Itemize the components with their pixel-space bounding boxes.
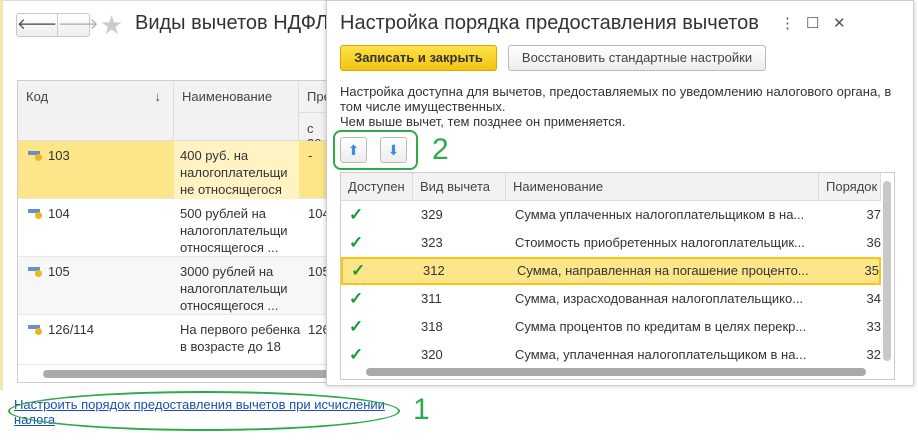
kind-cell: 323 <box>421 235 443 250</box>
horizontal-scrollbar[interactable] <box>366 368 866 376</box>
table-row[interactable]: ✓ 312 Сумма, направленная на погашение п… <box>341 257 881 285</box>
annotation-rect <box>333 130 418 170</box>
order-cell: 37 <box>866 207 881 222</box>
info-text: Настройка доступна для вычетов, предоста… <box>340 84 900 129</box>
back-button[interactable]: 🡐 <box>17 14 57 36</box>
order-cell: 33 <box>866 319 881 334</box>
maximize-icon[interactable]: ☐ <box>806 14 819 32</box>
deduction-icon <box>28 151 42 161</box>
deduction-icon <box>28 209 42 219</box>
order-cell: 36 <box>866 235 881 250</box>
name-cell: Сумма, направленная на погашение процент… <box>517 263 809 278</box>
restore-defaults-button[interactable]: Восстановить стандартные настройки <box>508 45 766 71</box>
forward-button[interactable]: 🡒 <box>57 14 98 36</box>
table-row[interactable]: ✓ 323 Стоимость приобретенных налогоплат… <box>341 229 881 257</box>
table-row[interactable]: 105 3000 рублей на налогоплательщи относя… <box>18 257 331 315</box>
name-cell: Стоимость приобретенных налогоплательщик… <box>515 235 805 250</box>
annotation-number-1: 1 <box>413 393 430 426</box>
column-header-code[interactable]: Код ↓ <box>18 81 174 141</box>
more-icon[interactable]: ⋮ <box>780 14 795 32</box>
favorite-star-icon[interactable]: ★ <box>100 10 123 41</box>
name-cell: 400 руб. на налогоплательщи не относящег… <box>174 141 299 199</box>
kind-cell: 318 <box>421 319 443 334</box>
name-cell: На первого ребенка в возрасте до 18 <box>180 322 301 354</box>
check-icon[interactable]: ✓ <box>349 313 363 341</box>
name-cell: Сумма процентов по кредитам в целях пере… <box>515 319 807 334</box>
close-icon[interactable]: ✕ <box>833 14 846 32</box>
name-cell: Сумма, уплаченная налогоплательщиком в н… <box>515 347 807 362</box>
page-title: Виды вычетов НДФЛ <box>135 12 329 34</box>
table-row[interactable]: ✓ 318 Сумма процентов по кредитам в целя… <box>341 313 881 341</box>
name-cell: 3000 рублей на налогоплательщи относящег… <box>180 264 288 313</box>
check-icon[interactable]: ✓ <box>349 201 363 229</box>
kind-cell: 312 <box>423 263 445 278</box>
deduction-types-table: Код↓ Наименование Пре с 20 103400 руб. н… <box>17 80 332 383</box>
horizontal-scrollbar[interactable] <box>43 370 331 378</box>
code-cell: 105 <box>48 264 70 279</box>
info-line: Чем выше вычет, тем позднее он применяет… <box>340 114 626 129</box>
info-line: Настройка доступна для вычетов, предоста… <box>340 84 892 114</box>
header-label: Код <box>26 89 49 104</box>
deductions-order-table: Доступен Вид вычета Наименование Порядок… <box>340 172 895 380</box>
check-icon[interactable]: ✓ <box>349 341 363 369</box>
kind-cell: 329 <box>421 207 443 222</box>
table-row[interactable]: ✓ 320 Сумма, уплаченная налогоплательщик… <box>341 341 881 369</box>
check-icon[interactable]: ✓ <box>349 229 363 257</box>
column-header-order[interactable]: Порядок <box>819 173 881 201</box>
deduction-icon <box>28 267 42 277</box>
code-cell: 104 <box>48 206 70 221</box>
name-cell: Сумма, израсходованная налогоплательщико… <box>515 291 804 306</box>
column-header-name[interactable]: Наименование <box>174 81 299 141</box>
nav-buttons: 🡐 🡒 <box>16 13 98 37</box>
check-icon[interactable]: ✓ <box>351 259 365 283</box>
pre-cell: - <box>308 148 313 163</box>
table-row[interactable]: 103 400 руб. на налогоплательщи не относя… <box>18 141 331 199</box>
dialog-title: Настройка порядка предоставления вычетов <box>340 12 759 34</box>
deduction-icon <box>28 325 42 335</box>
name-cell: Сумма уплаченных налогоплательщиком в на… <box>515 207 805 222</box>
order-cell: 34 <box>866 291 881 306</box>
vertical-scrollbar[interactable] <box>883 181 891 361</box>
save-and-close-button[interactable]: Записать и закрыть <box>340 45 497 71</box>
sort-arrow-icon: ↓ <box>154 89 162 104</box>
annotation-ellipse <box>8 391 400 431</box>
code-cell: 103 <box>48 148 70 163</box>
code-cell: 126/114 <box>48 322 95 337</box>
check-icon[interactable]: ✓ <box>349 285 363 313</box>
column-header-name[interactable]: Наименование <box>506 173 819 201</box>
order-cell: 35 <box>864 263 879 278</box>
kind-cell: 311 <box>421 291 442 306</box>
kind-cell: 320 <box>421 347 443 362</box>
name-cell: 500 рублей на налогоплательщи относящего… <box>180 206 288 255</box>
column-header-kind[interactable]: Вид вычета <box>413 173 506 201</box>
order-cell: 32 <box>866 347 881 362</box>
table-row[interactable]: 126/114 На первого ребенка в возрасте до … <box>18 315 331 365</box>
table-row[interactable]: 104 500 рублей на налогоплательщи относящ… <box>18 199 331 257</box>
table-row[interactable]: ✓ 329 Сумма уплаченных налогоплательщико… <box>341 201 881 229</box>
annotation-number-2: 2 <box>432 133 449 166</box>
table-row[interactable]: ✓ 311 Сумма, израсходованная налогоплате… <box>341 285 881 313</box>
column-header-available[interactable]: Доступен <box>341 173 413 201</box>
